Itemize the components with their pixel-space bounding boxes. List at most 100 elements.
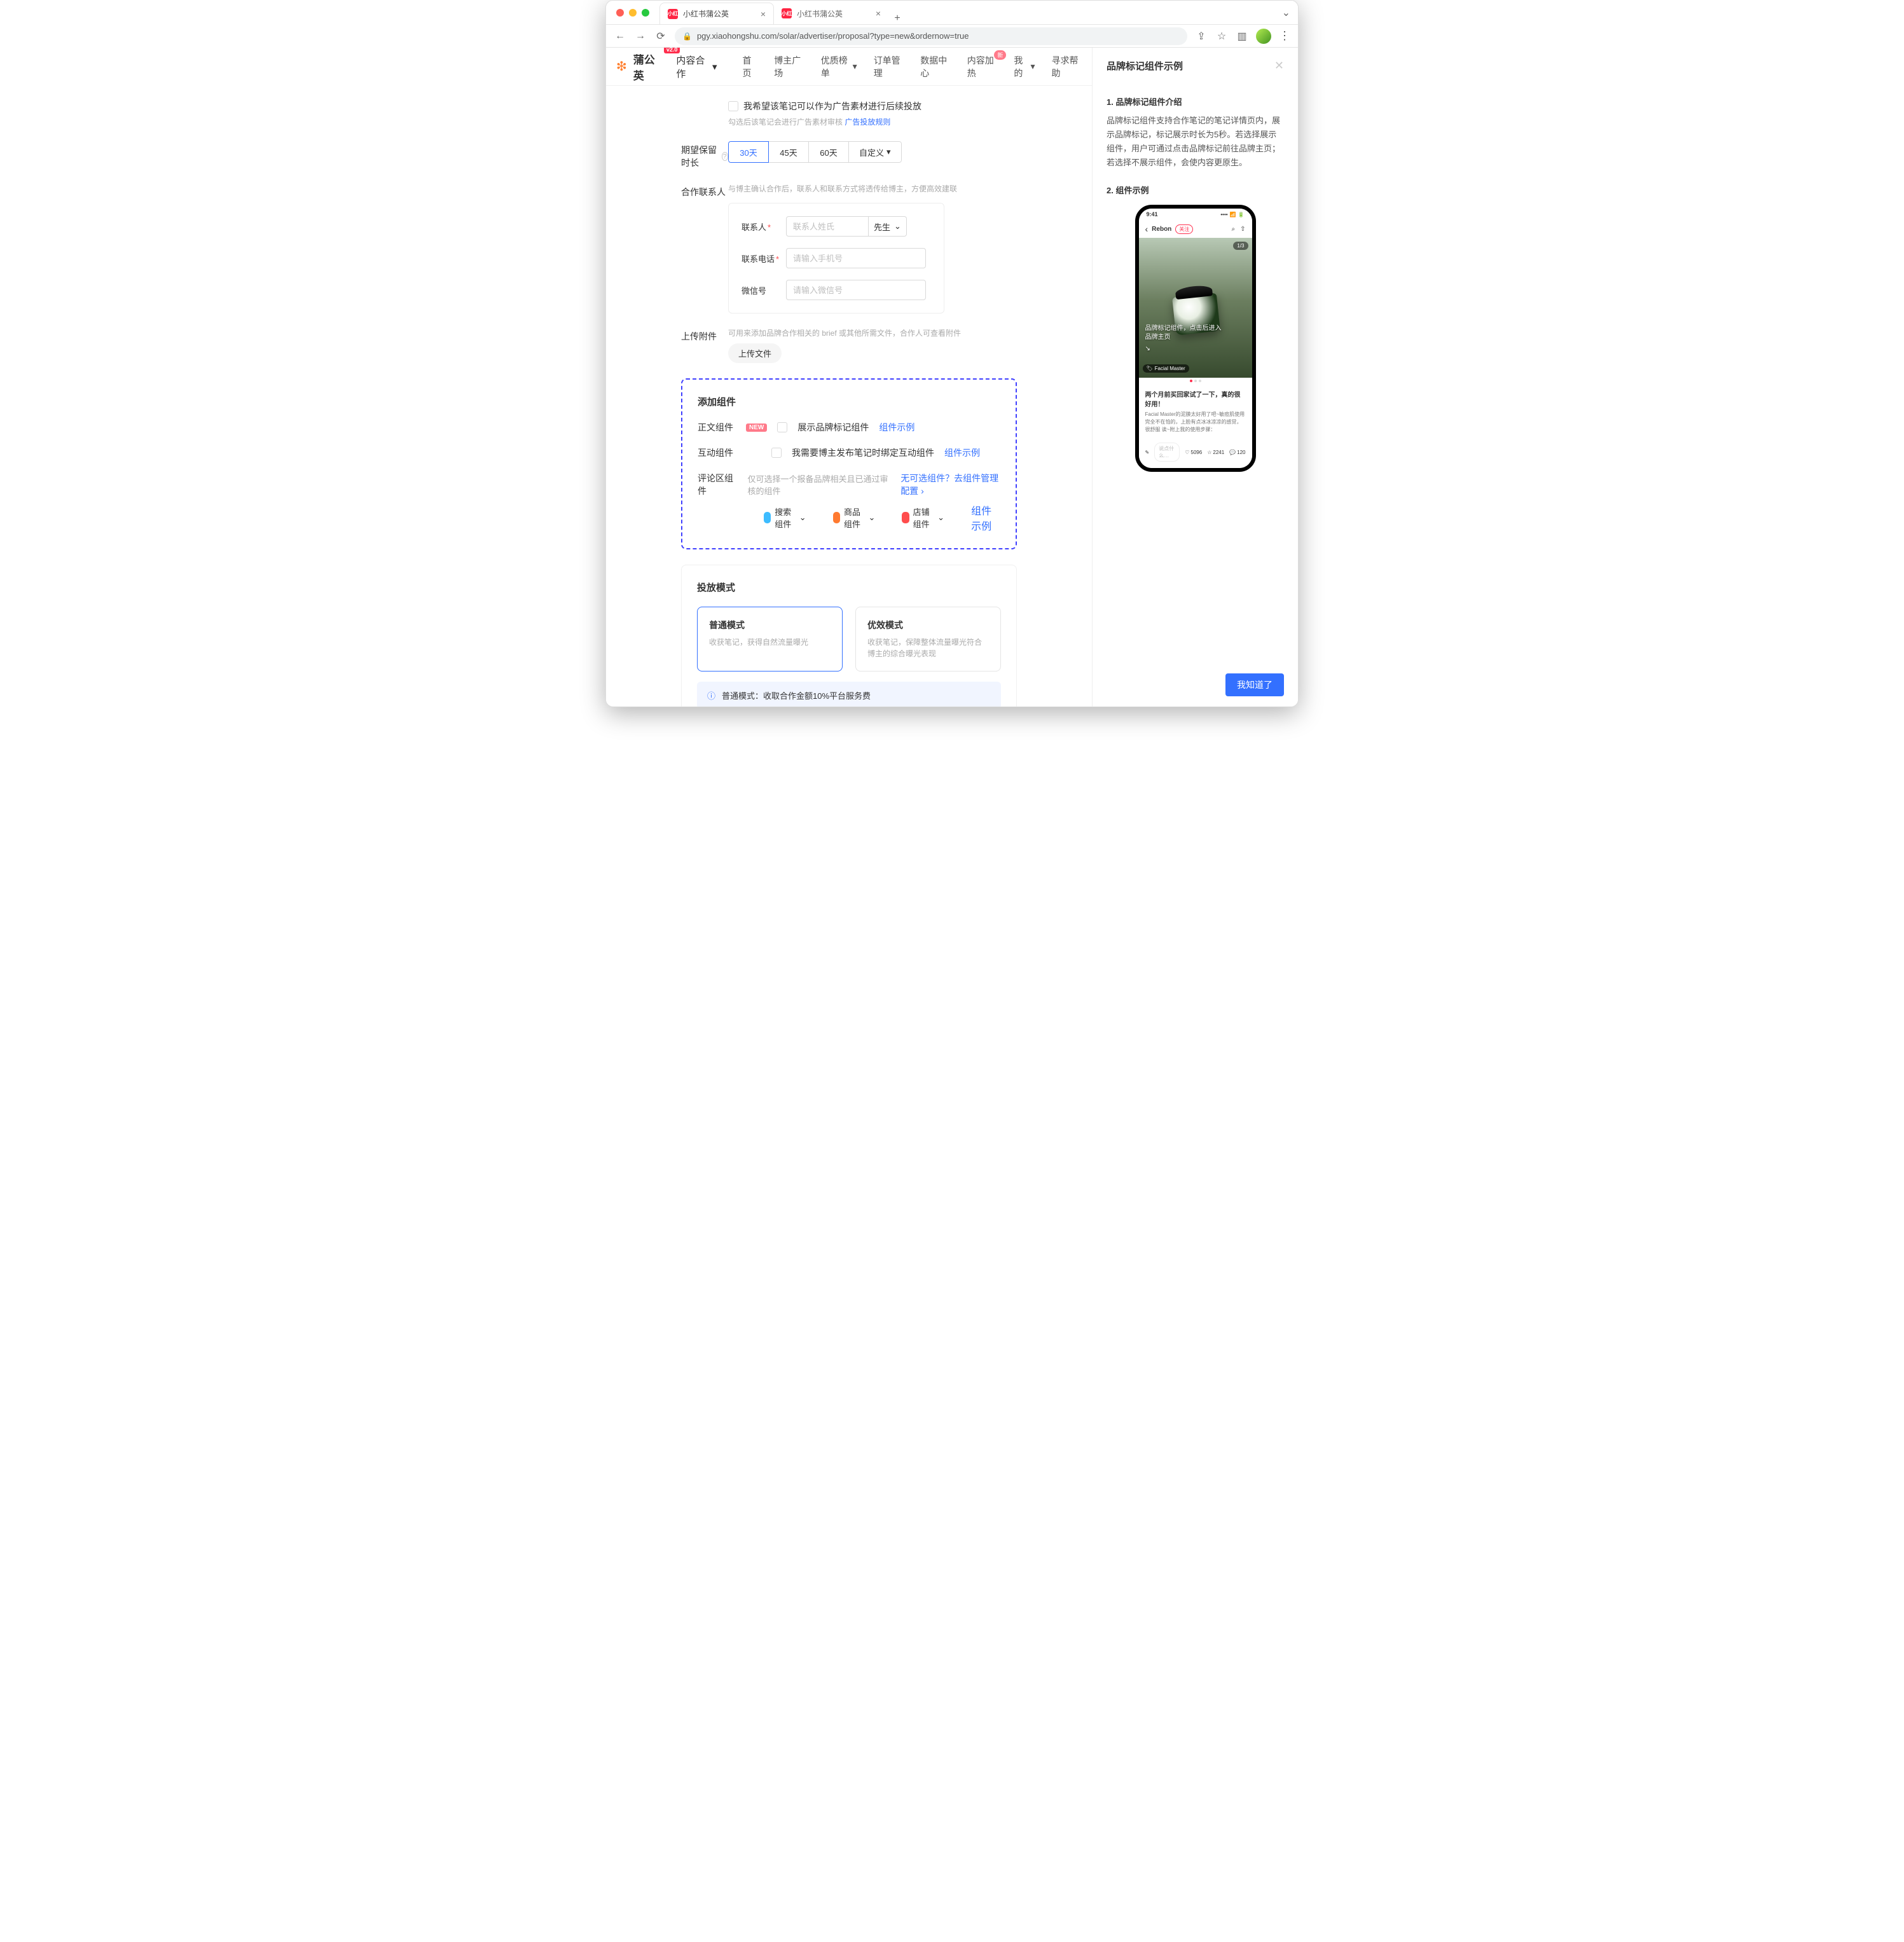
shop-chip-icon bbox=[902, 512, 909, 523]
profile-avatar[interactable] bbox=[1256, 29, 1271, 44]
nav-data-center[interactable]: 数据中心 bbox=[920, 54, 951, 79]
show-brand-mark-label: 展示品牌标记组件 bbox=[797, 421, 869, 434]
contact-phone-input[interactable] bbox=[786, 248, 926, 268]
new-badge: 新 bbox=[994, 50, 1006, 60]
nav-blogger-square[interactable]: 博主广场 bbox=[774, 54, 804, 79]
phone-hero-image: 1/3 品牌标记组件，点击后进入 品牌主页 ↘ 🏷Facial Master bbox=[1139, 238, 1252, 378]
contact-phone-label: 联系电话* bbox=[742, 252, 786, 265]
retain-30[interactable]: 30天 bbox=[728, 141, 769, 163]
favicon-icon: 小红 bbox=[782, 8, 792, 18]
help-icon[interactable]: ? bbox=[722, 152, 729, 161]
panel-section-2-title: 2. 组件示例 bbox=[1107, 184, 1284, 196]
likes-stat: ♡ 5096 bbox=[1185, 450, 1202, 455]
search-component-chip[interactable]: 搜索组件⌄ bbox=[764, 506, 806, 530]
phone-post-desc: Facial Master的泥膜太好用了吧~敏痘肌使用完全不在怕的，上脸有点冰冰… bbox=[1145, 411, 1246, 434]
nav-quality-list[interactable]: 优质榜单 ▾ bbox=[821, 54, 857, 79]
ad-rules-link[interactable]: 广告投放规则 bbox=[845, 118, 890, 127]
close-icon[interactable]: × bbox=[876, 8, 881, 18]
retain-custom[interactable]: 自定义 ▾ bbox=[848, 141, 902, 163]
phone-back-icon: ‹ bbox=[1145, 224, 1149, 234]
back-icon[interactable]: ← bbox=[614, 31, 626, 42]
delivery-card: 投放模式 普通模式 收获笔记，获得自然流量曝光 优效模式 收获笔记，保障整体流量… bbox=[681, 565, 1017, 706]
show-brand-mark-checkbox[interactable] bbox=[777, 422, 787, 432]
contact-name-label: 联系人* bbox=[742, 221, 786, 233]
comment-hint: 仅可选择一个报备品牌相关且已通过审核的组件 bbox=[748, 472, 891, 497]
panel-title: 品牌标记组件示例 bbox=[1107, 59, 1183, 72]
address-bar: ← → ⟳ 🔒 pgy.xiaohongshu.com/solar/advert… bbox=[606, 25, 1298, 48]
chevron-down-icon: ▾ bbox=[886, 147, 891, 157]
attach-hint: 可用来添加品牌合作相关的 brief 或其他所需文件，合作人可查看附件 bbox=[728, 327, 1017, 338]
brand-version-badge: v2.0 bbox=[664, 48, 680, 53]
lock-icon: 🔒 bbox=[682, 32, 692, 41]
brand-name: 蒲公英v2.0 bbox=[633, 51, 663, 83]
mode-name: 优效模式 bbox=[867, 619, 989, 631]
section-dropdown[interactable]: 内容合作 ▾ bbox=[676, 53, 717, 80]
panel-confirm-button[interactable]: 我知道了 bbox=[1225, 673, 1284, 696]
panel-close-icon[interactable]: ✕ bbox=[1274, 59, 1284, 72]
more-icon[interactable]: ⋮ bbox=[1279, 29, 1290, 43]
share-icon[interactable]: ⇪ bbox=[1195, 30, 1208, 43]
contact-name-input[interactable] bbox=[786, 216, 869, 237]
contact-hint: 与博主确认合作后，联系人和联系方式将透传给博主，方便高效建联 bbox=[728, 183, 1017, 194]
nav-content-heat[interactable]: 内容加热新 bbox=[967, 54, 998, 79]
product-chip-icon bbox=[833, 512, 840, 523]
chevron-down-icon: ▾ bbox=[853, 61, 857, 72]
browser-tab-1[interactable]: 小红 小红书蒲公英 × bbox=[659, 3, 774, 24]
search-icon: ⌕ bbox=[1232, 226, 1236, 233]
chevron-down-icon: ⌄ bbox=[937, 513, 944, 523]
pen-icon: ✎ bbox=[1145, 450, 1150, 455]
phone-follow-button: 关注 bbox=[1175, 224, 1193, 234]
retain-45[interactable]: 45天 bbox=[768, 141, 809, 163]
retain-label: 期望保留时长? bbox=[681, 141, 728, 169]
search-chip-icon bbox=[764, 512, 771, 523]
upload-file-button[interactable]: 上传文件 bbox=[728, 343, 782, 363]
chevron-down-icon: ▾ bbox=[1030, 61, 1035, 72]
nav-help[interactable]: 寻求帮助 bbox=[1051, 54, 1082, 79]
new-tab-button[interactable]: + bbox=[888, 13, 906, 24]
tab-title: 小红书蒲公英 bbox=[683, 8, 729, 19]
phone-author: Rebon bbox=[1152, 226, 1171, 233]
product-component-chip[interactable]: 商品组件⌄ bbox=[833, 506, 876, 530]
mode-normal[interactable]: 普通模式 收获笔记，获得自然流量曝光 bbox=[697, 607, 843, 671]
bind-interact-checkbox[interactable] bbox=[771, 448, 782, 458]
retain-60[interactable]: 60天 bbox=[808, 141, 849, 163]
forward-icon[interactable]: → bbox=[634, 31, 647, 42]
contact-wechat-input[interactable] bbox=[786, 280, 926, 300]
nav-home[interactable]: 首页 bbox=[742, 54, 757, 79]
comment-config-link[interactable]: 无可选组件？去组件管理配置 › bbox=[900, 472, 1000, 497]
browser-tab-strip: 小红 小红书蒲公英 × 小红 小红书蒲公英 × + ⌄ bbox=[606, 1, 1298, 25]
panel-section-1-title: 1. 品牌标记组件介绍 bbox=[1107, 95, 1284, 107]
nav-order-manage[interactable]: 订单管理 bbox=[874, 54, 904, 79]
phone-status-icons: ••••📶🔋 bbox=[1220, 212, 1244, 217]
comment-comp-label: 评论区组件 bbox=[698, 472, 738, 497]
components-card: 添加组件 正文组件 NEW 展示品牌标记组件 组件示例 互动组件 我需要博主发布… bbox=[681, 378, 1017, 549]
salutation-select[interactable]: 先生⌄ bbox=[869, 216, 907, 237]
new-badge: NEW bbox=[746, 424, 767, 432]
tabs-overflow-icon[interactable]: ⌄ bbox=[1282, 6, 1298, 19]
example-side-panel: 品牌标记组件示例 ✕ 1. 品牌标记组件介绍 品牌标记组件支持合作笔记的笔记详情… bbox=[1092, 48, 1298, 706]
comment-example-link[interactable]: 组件示例 bbox=[971, 502, 1000, 533]
star-icon[interactable]: ☆ bbox=[1215, 30, 1228, 43]
stars-stat: ☆ 2241 bbox=[1207, 450, 1224, 455]
window-controls[interactable] bbox=[606, 9, 659, 17]
ad-material-label: 我希望该笔记可以作为广告素材进行后续投放 bbox=[743, 100, 921, 113]
chevron-down-icon: ⌄ bbox=[868, 513, 875, 523]
body-example-link[interactable]: 组件示例 bbox=[879, 421, 914, 434]
close-icon[interactable]: × bbox=[761, 9, 766, 19]
browser-tab-2[interactable]: 小红 小红书蒲公英 × bbox=[774, 3, 888, 24]
tab-title: 小红书蒲公英 bbox=[797, 8, 843, 19]
app-header: ❇︎ 蒲公英v2.0 内容合作 ▾ 首页 博主广场 优质榜单 ▾ 订单管理 数据… bbox=[606, 48, 1092, 86]
phone-mockup: 9:41 ••••📶🔋 ‹ Rebon 关注 ⌕⇧ 1/3 品牌标记组件，点击后… bbox=[1135, 205, 1256, 472]
reload-icon[interactable]: ⟳ bbox=[654, 30, 667, 43]
chevron-down-icon: ▾ bbox=[712, 61, 717, 72]
nav-mine[interactable]: 我的 ▾ bbox=[1014, 54, 1035, 79]
shop-component-chip[interactable]: 店铺组件⌄ bbox=[902, 506, 944, 530]
interact-example-link[interactable]: 组件示例 bbox=[944, 446, 980, 459]
phone-post-title: 两个月前买回家试了一下，真的很好用！ bbox=[1145, 389, 1246, 408]
mode-effective[interactable]: 优效模式 收获笔记，保障整体流量曝光符合博主的综合曝光表现 bbox=[855, 607, 1001, 671]
url-input[interactable]: 🔒 pgy.xiaohongshu.com/solar/advertiser/p… bbox=[675, 27, 1187, 45]
reading-list-icon[interactable]: ▥ bbox=[1236, 30, 1248, 43]
ad-material-checkbox[interactable] bbox=[728, 101, 738, 111]
delivery-title: 投放模式 bbox=[697, 581, 1001, 594]
interact-comp-label: 互动组件 bbox=[698, 446, 736, 459]
